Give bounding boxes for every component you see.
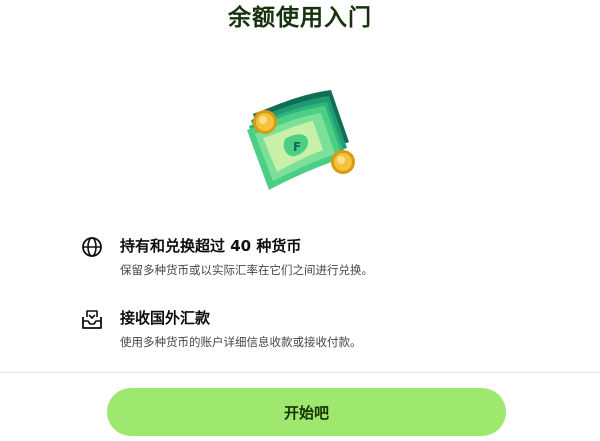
get-started-button[interactable]: 开始吧 — [107, 388, 506, 436]
footer-divider — [0, 372, 600, 373]
money-stack-illustration: F — [247, 90, 355, 190]
feature-description: 保留多种货币或以实际汇率在它们之间进行兑换。 — [120, 263, 373, 277]
svg-text:F: F — [293, 140, 301, 154]
balance-intro-dialog: 余额使用入门 F 持有和兑换超过 40 种货币 保留多种货币或以实际汇率在它们之… — [0, 0, 600, 441]
feature-title: 接收国外汇款 — [120, 309, 211, 327]
page-title: 余额使用入门 — [228, 5, 372, 31]
globe-icon — [82, 237, 102, 257]
inbox-receive-icon — [82, 310, 102, 329]
feature-description: 使用多种货币的账户详细信息收款或接收付款。 — [120, 335, 362, 349]
feature-title: 持有和兑换超过 40 种货币 — [120, 237, 302, 255]
